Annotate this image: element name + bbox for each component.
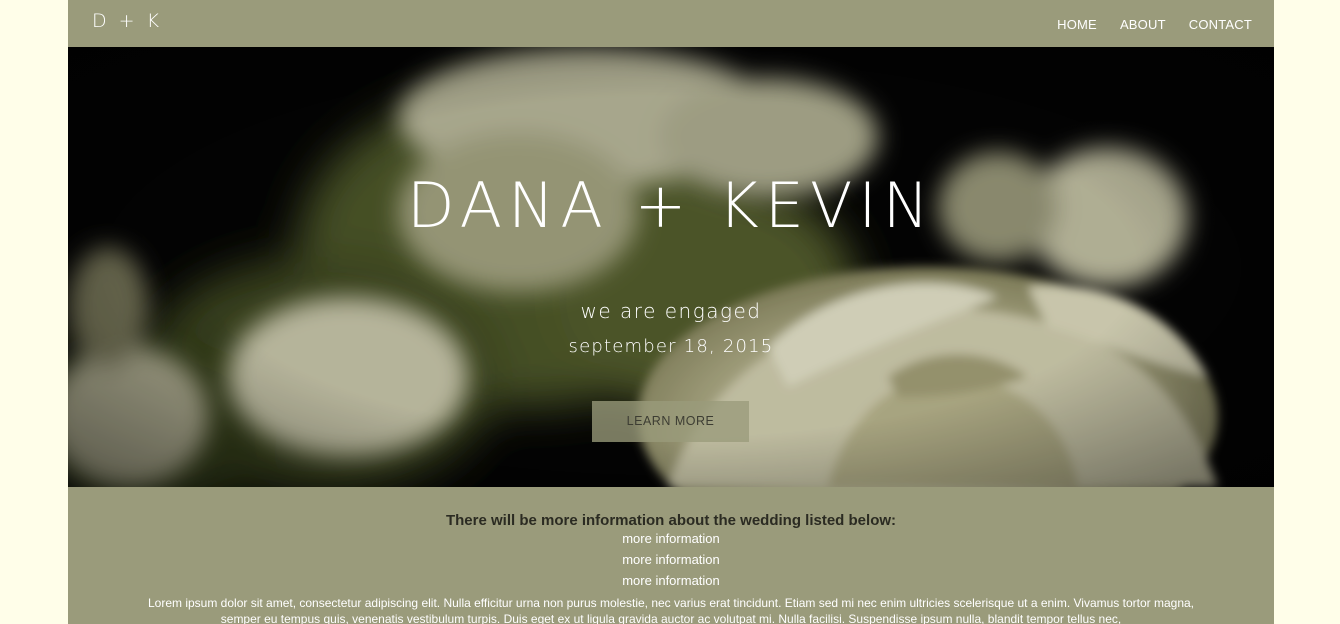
nav-about[interactable]: ABOUT: [1120, 17, 1166, 32]
info-item: more information: [622, 552, 720, 567]
learn-more-button[interactable]: LEARN MORE: [592, 401, 749, 442]
main-nav: HOME ABOUT CONTACT: [1057, 17, 1252, 32]
hero-subtitle: we are engaged: [580, 299, 762, 323]
page-container: D + K HOME ABOUT CONTACT DANA + KEVIN we…: [68, 0, 1274, 624]
site-logo[interactable]: D + K: [92, 10, 162, 32]
nav-home[interactable]: HOME: [1057, 17, 1097, 32]
hero-banner: DANA + KEVIN we are engaged september 18…: [68, 47, 1274, 487]
info-item: more information: [622, 573, 720, 588]
info-item: more information: [622, 531, 720, 546]
nav-contact[interactable]: CONTACT: [1189, 17, 1252, 32]
hero-date: september 18, 2015: [568, 336, 774, 357]
info-section: There will be more information about the…: [68, 487, 1274, 624]
hero-title: DANA + KEVIN: [406, 169, 936, 242]
top-navigation-bar: D + K HOME ABOUT CONTACT: [68, 0, 1274, 47]
info-body-text: Lorem ipsum dolor sit amet, consectetur …: [147, 596, 1195, 624]
